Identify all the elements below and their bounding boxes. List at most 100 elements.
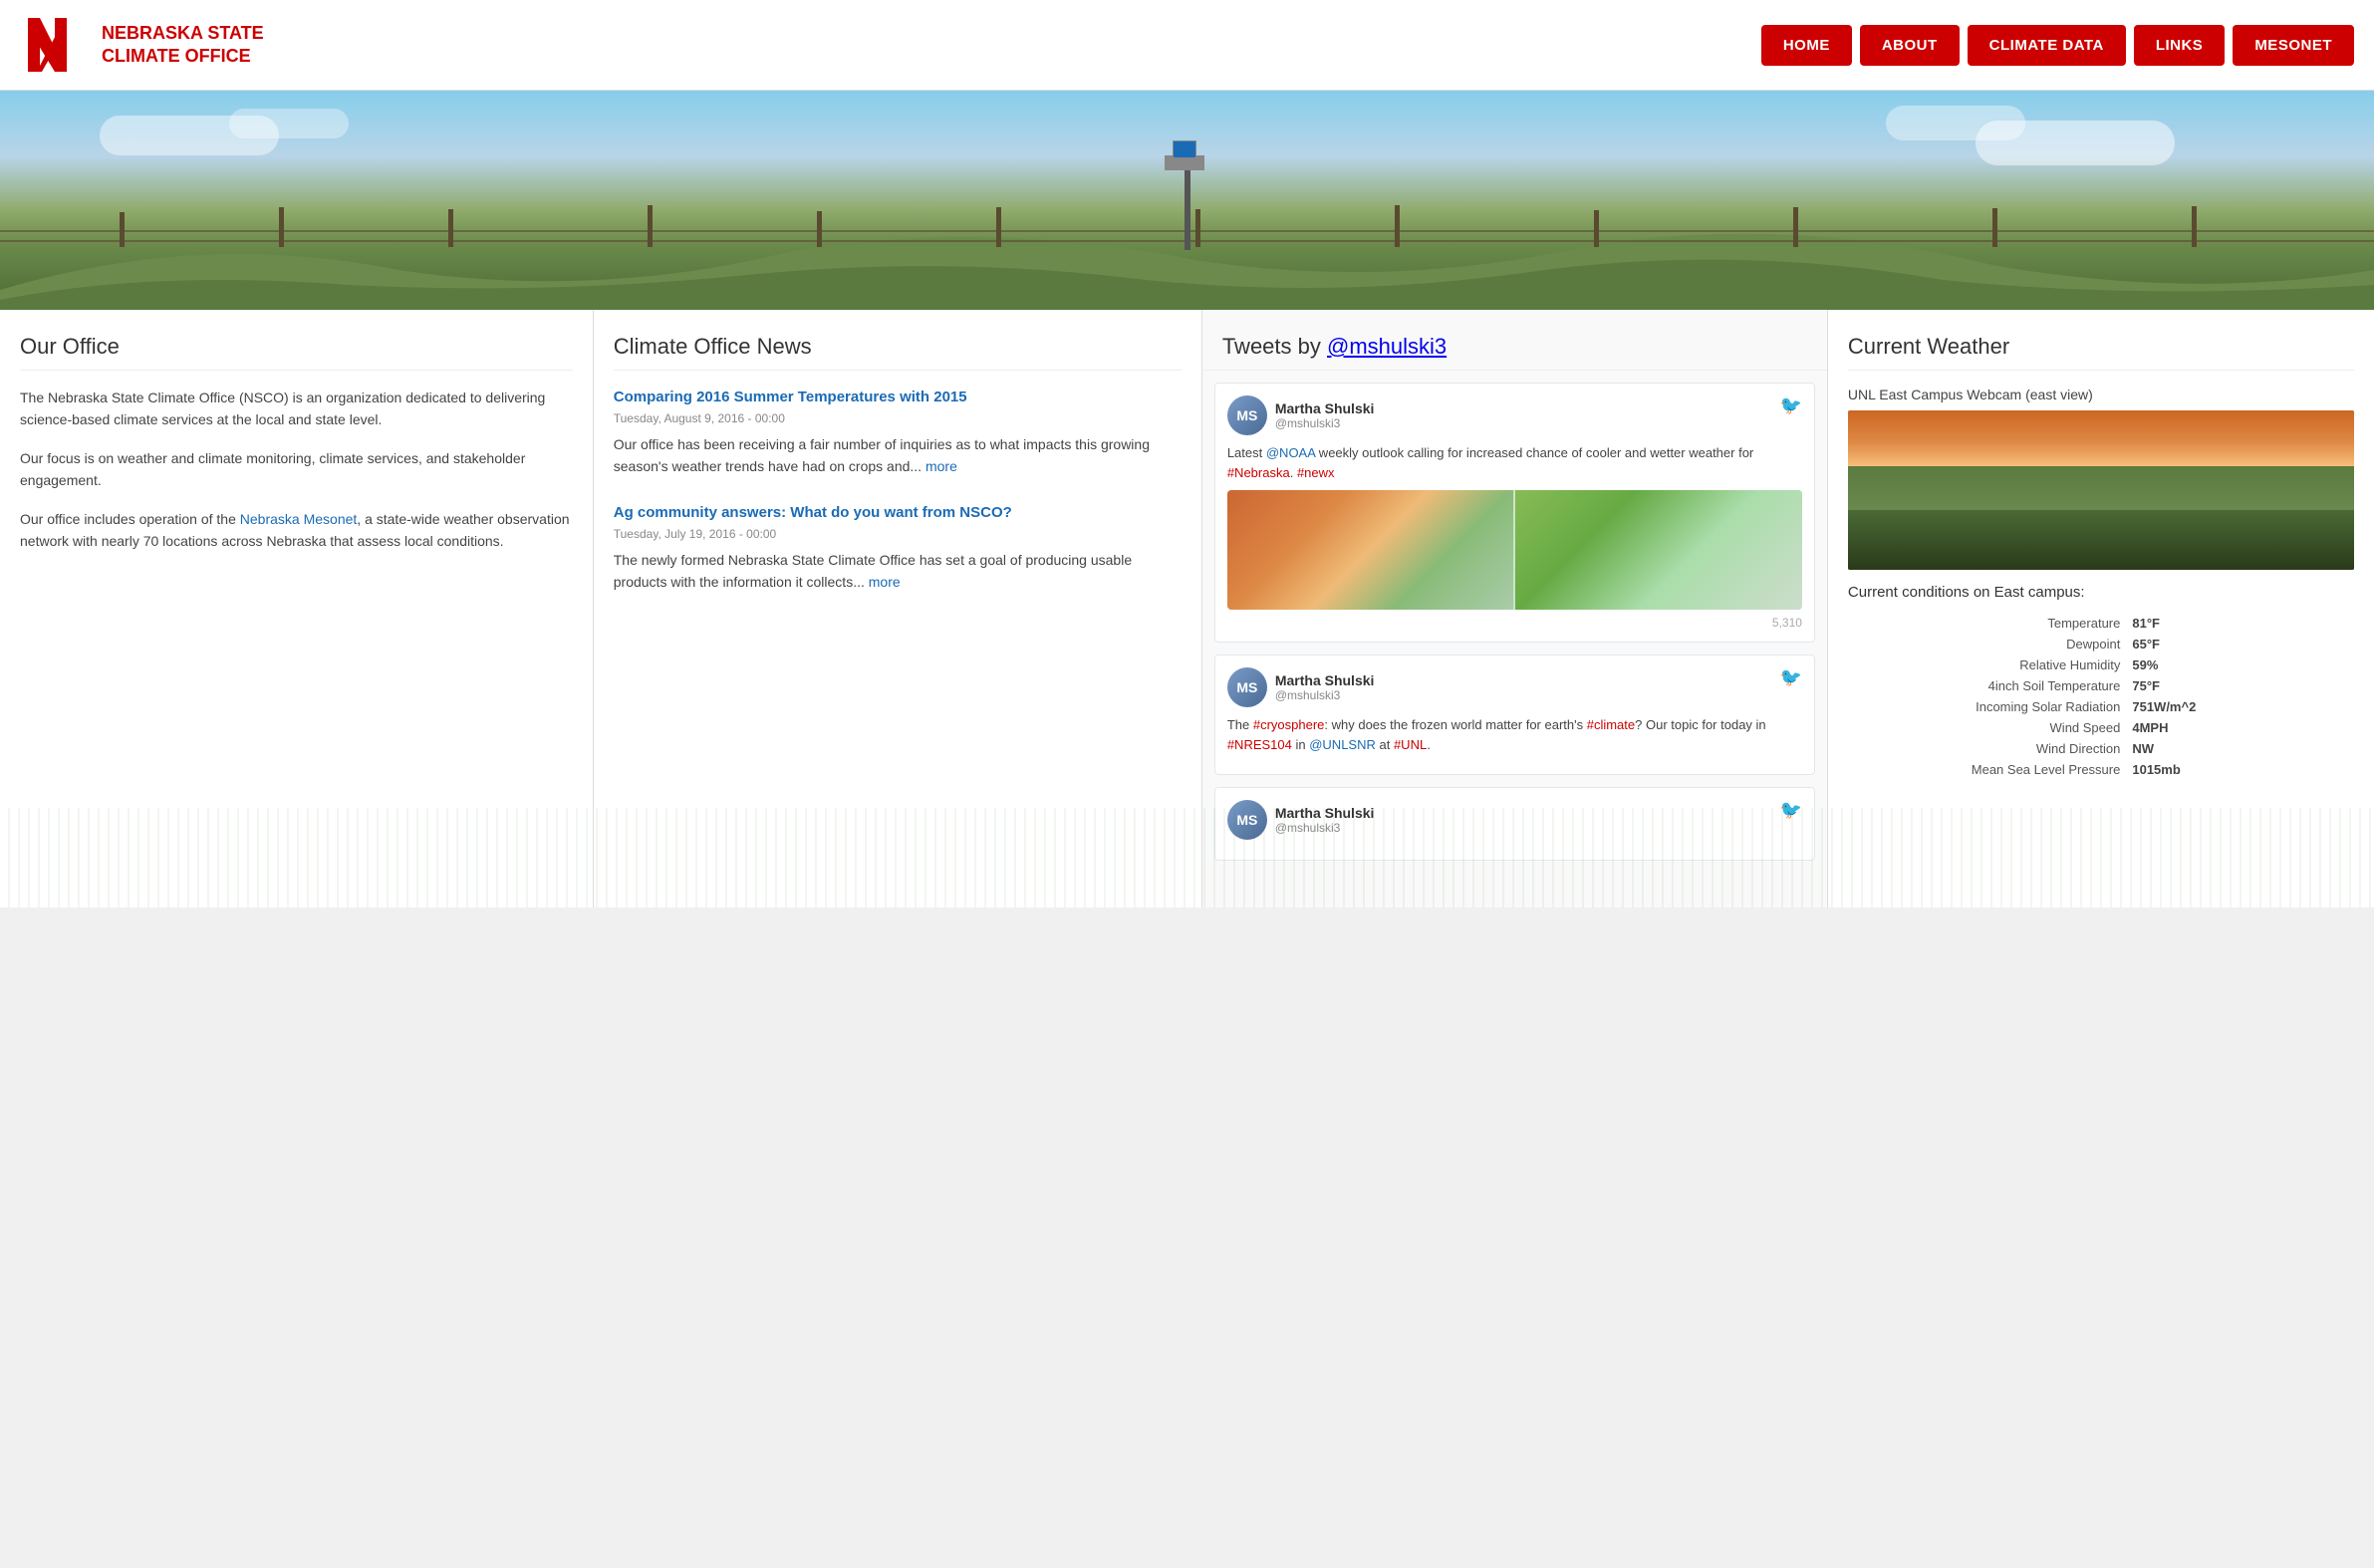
- tweet-card-1: MS Martha Shulski @mshulski3 🐦 Latest @N…: [1214, 383, 1815, 643]
- tweet-1-image: [1227, 490, 1802, 610]
- conditions-label: Current conditions on East campus:: [1848, 584, 2354, 601]
- news-item-1: Comparing 2016 Summer Temperatures with …: [614, 387, 1182, 478]
- news-date-2: Tuesday, July 19, 2016 - 00:00: [614, 527, 1182, 541]
- wind-dir-label: Wind Direction: [1848, 738, 2126, 759]
- solar-label: Incoming Solar Radiation: [1848, 696, 2126, 717]
- tweet-3-header: MS Martha Shulski @mshulski3 🐦: [1227, 800, 1802, 840]
- weather-row-soil-temp: 4inch Soil Temperature 75°F: [1848, 675, 2354, 696]
- tweets-by-line: by @mshulski3: [1298, 334, 1448, 359]
- nebraska-hashtag: #Nebraska: [1227, 465, 1290, 480]
- nav-home-button[interactable]: HOME: [1761, 25, 1852, 66]
- humidity-value: 59%: [2126, 654, 2354, 675]
- weather-row-wind-speed: Wind Speed 4MPH: [1848, 717, 2354, 738]
- tweets-handle-link[interactable]: @mshulski3: [1327, 334, 1447, 359]
- news-date-1: Tuesday, August 9, 2016 - 00:00: [614, 411, 1182, 425]
- webcam-image: [1848, 410, 2354, 570]
- climate-hashtag: #climate: [1587, 717, 1635, 732]
- tweet-2-text: The #cryosphere: why does the frozen wor…: [1227, 715, 1802, 754]
- hero-banner: [0, 91, 2374, 310]
- tweet-1-stats: 5,310: [1227, 616, 1802, 630]
- unl-hashtag: #UNL: [1394, 737, 1427, 752]
- tweets-header: Tweets by @mshulski3: [1202, 310, 1827, 371]
- nav-mesonet-button[interactable]: MESONET: [2233, 25, 2354, 66]
- nav-climate-data-button[interactable]: CLIMATE DATA: [1968, 25, 2126, 66]
- our-office-heading: Our Office: [20, 334, 573, 371]
- weather-row-solar: Incoming Solar Radiation 751W/m^2: [1848, 696, 2354, 717]
- news-column: Climate Office News Comparing 2016 Summe…: [594, 310, 1202, 908]
- tweets-column: Tweets by @mshulski3 MS Martha Shulski @…: [1202, 310, 1828, 908]
- tweet-image-left: [1227, 490, 1514, 610]
- tweet-2-name: Martha Shulski: [1275, 672, 1375, 688]
- tweet-1-avatar: MS: [1227, 395, 1267, 435]
- webcam-label: UNL East Campus Webcam (east view): [1848, 387, 2354, 402]
- tweet-card-3: MS Martha Shulski @mshulski3 🐦: [1214, 787, 1815, 861]
- temperature-label: Temperature: [1848, 613, 2126, 634]
- tweet-2-avatar: MS: [1227, 667, 1267, 707]
- weather-station-icon: [1185, 170, 1190, 250]
- pressure-value: 1015mb: [2126, 759, 2354, 780]
- newx-hashtag: #newx: [1297, 465, 1335, 480]
- cryosphere-hashtag: #cryosphere: [1253, 717, 1325, 732]
- tweet-3-handle: @mshulski3: [1275, 821, 1375, 835]
- weather-row-pressure: Mean Sea Level Pressure 1015mb: [1848, 759, 2354, 780]
- tweet-3-name: Martha Shulski: [1275, 805, 1375, 821]
- tweet-2-handle: @mshulski3: [1275, 688, 1375, 702]
- site-header: NEBRASKA STATE CLIMATE OFFICE HOME ABOUT…: [0, 0, 2374, 91]
- current-weather-column: Current Weather UNL East Campus Webcam (…: [1828, 310, 2374, 908]
- humidity-label: Relative Humidity: [1848, 654, 2126, 675]
- unlsnr-mention: @UNLSNR: [1309, 737, 1376, 752]
- news-title-2[interactable]: Ag community answers: What do you want f…: [614, 502, 1182, 523]
- tweets-scroll[interactable]: MS Martha Shulski @mshulski3 🐦 Latest @N…: [1202, 371, 1827, 889]
- current-weather-heading: Current Weather: [1848, 334, 2354, 371]
- tweet-2-user: MS Martha Shulski @mshulski3: [1227, 667, 1375, 707]
- wind-speed-label: Wind Speed: [1848, 717, 2126, 738]
- our-office-p1: The Nebraska State Climate Office (NSCO)…: [20, 387, 573, 431]
- n-logo-icon: [20, 10, 90, 80]
- our-office-p2: Our focus is on weather and climate moni…: [20, 447, 573, 492]
- our-office-p3: Our office includes operation of the Neb…: [20, 508, 573, 553]
- dewpoint-value: 65°F: [2126, 634, 2354, 654]
- weather-row-wind-dir: Wind Direction NW: [1848, 738, 2354, 759]
- tweet-1-text: Latest @NOAA weekly outlook calling for …: [1227, 443, 1802, 482]
- soil-temp-label: 4inch Soil Temperature: [1848, 675, 2126, 696]
- news-heading: Climate Office News: [614, 334, 1182, 371]
- news-more-2[interactable]: more: [869, 574, 901, 590]
- our-office-column: Our Office The Nebraska State Climate Of…: [0, 310, 594, 908]
- site-title: NEBRASKA STATE CLIMATE OFFICE: [102, 22, 264, 69]
- main-nav: HOME ABOUT CLIMATE DATA LINKS MESONET: [1761, 25, 2354, 66]
- soil-temp-value: 75°F: [2126, 675, 2354, 696]
- news-item-2: Ag community answers: What do you want f…: [614, 502, 1182, 594]
- weather-table: Temperature 81°F Dewpoint 65°F Relative …: [1848, 613, 2354, 780]
- twitter-bird-icon-2: 🐦: [1780, 667, 1802, 688]
- tweet-card-2: MS Martha Shulski @mshulski3 🐦 The #cryo…: [1214, 654, 1815, 775]
- dewpoint-label: Dewpoint: [1848, 634, 2126, 654]
- logo-area: NEBRASKA STATE CLIMATE OFFICE: [20, 10, 264, 80]
- nres-hashtag: #NRES104: [1227, 737, 1292, 752]
- nav-about-button[interactable]: ABOUT: [1860, 25, 1960, 66]
- noaa-mention[interactable]: @NOAA: [1266, 445, 1315, 460]
- temperature-value: 81°F: [2126, 613, 2354, 634]
- main-content: Our Office The Nebraska State Climate Of…: [0, 310, 2374, 908]
- wind-dir-value: NW: [2126, 738, 2354, 759]
- weather-row-dewpoint: Dewpoint 65°F: [1848, 634, 2354, 654]
- twitter-bird-icon-3: 🐦: [1780, 800, 1802, 821]
- tweet-1-header: MS Martha Shulski @mshulski3 🐦: [1227, 395, 1802, 435]
- nav-links-button[interactable]: LINKS: [2134, 25, 2226, 66]
- tweet-3-user: MS Martha Shulski @mshulski3: [1227, 800, 1375, 840]
- tweet-3-avatar: MS: [1227, 800, 1267, 840]
- tweet-image-right: [1515, 490, 1802, 610]
- weather-row-temperature: Temperature 81°F: [1848, 613, 2354, 634]
- news-excerpt-2: The newly formed Nebraska State Climate …: [614, 549, 1182, 594]
- weather-row-humidity: Relative Humidity 59%: [1848, 654, 2354, 675]
- news-title-1[interactable]: Comparing 2016 Summer Temperatures with …: [614, 387, 1182, 407]
- tweet-2-header: MS Martha Shulski @mshulski3 🐦: [1227, 667, 1802, 707]
- solar-value: 751W/m^2: [2126, 696, 2354, 717]
- news-excerpt-1: Our office has been receiving a fair num…: [614, 433, 1182, 478]
- tweet-1-name: Martha Shulski: [1275, 400, 1375, 416]
- twitter-bird-icon-1: 🐦: [1780, 395, 1802, 416]
- news-more-1[interactable]: more: [925, 458, 957, 474]
- tweet-1-handle: @mshulski3: [1275, 416, 1375, 430]
- wind-speed-value: 4MPH: [2126, 717, 2354, 738]
- mesonet-link[interactable]: Nebraska Mesonet: [240, 511, 358, 527]
- pressure-label: Mean Sea Level Pressure: [1848, 759, 2126, 780]
